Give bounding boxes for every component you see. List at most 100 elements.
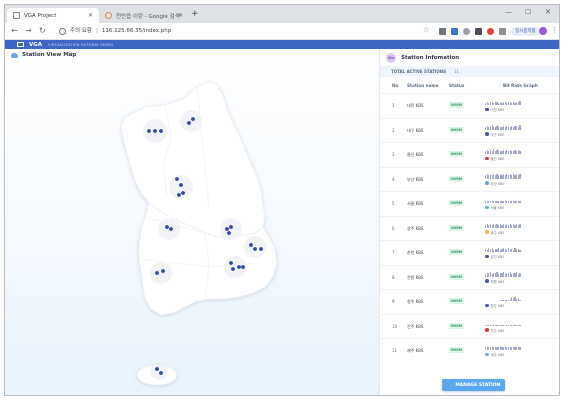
table-row[interactable]: 7 춘천 KBS NORM 춘천 KBS (380, 240, 559, 265)
station-marker[interactable] (161, 269, 165, 273)
table-row[interactable]: 9 청주 KBS NORM 청주 KBS (380, 289, 559, 314)
info-icon[interactable] (59, 27, 66, 35)
legend-dot (485, 352, 489, 357)
station-marker[interactable] (177, 193, 181, 197)
table-row[interactable]: 1 대전 KBS NORM 대전 KBS (380, 93, 559, 118)
table-row[interactable]: 5 서울 KBS NORM 서울 KBS (380, 191, 559, 216)
station-marker[interactable] (187, 121, 191, 125)
station-marker[interactable] (179, 183, 183, 187)
station-info-header: Sta Station Infomation (386, 53, 459, 63)
maximize-button[interactable]: ☐ (525, 8, 531, 16)
station-marker[interactable] (241, 265, 245, 269)
table-row[interactable]: 3 울산 KBS NORM 울산 KBS (380, 142, 559, 167)
station-name: 서울 KBS (407, 201, 424, 206)
legend-dot (485, 181, 489, 185)
status-badge: NORM (449, 175, 465, 182)
close-tab-icon[interactable]: ✕ (178, 12, 183, 19)
menu-icon[interactable]: ⋮ (551, 26, 558, 34)
row-number: 8 (392, 274, 395, 280)
graph-bar (519, 201, 521, 203)
bit-rate-graph (485, 198, 521, 203)
new-tab-button[interactable]: + (191, 9, 199, 19)
station-marker[interactable] (253, 247, 257, 251)
bit-rate-graph (485, 296, 521, 301)
table-header: No Station name Status Bit Rate Graph (380, 82, 559, 91)
legend-label: 춘천 KBS (490, 255, 505, 259)
column-no: No (392, 83, 399, 88)
manage-station-button[interactable]: 🔧 MANAGE STATION (442, 379, 505, 391)
station-marker[interactable] (191, 117, 195, 121)
graph-legend: 전원 KBS (485, 279, 504, 284)
station-marker[interactable] (229, 225, 233, 229)
station-marker[interactable] (231, 267, 235, 271)
station-marker[interactable] (155, 271, 159, 275)
row-number: 5 (392, 201, 395, 206)
close-window-button[interactable]: ✕ (545, 8, 551, 16)
table-row[interactable]: 10 진주 KBS NORM 진주 KBS (380, 313, 559, 339)
status-badge: NORM (449, 224, 465, 231)
graph-legend: 대구 KBS (485, 132, 504, 137)
avatar[interactable] (539, 27, 547, 35)
graph-bar (519, 324, 521, 326)
station-marker[interactable] (155, 367, 159, 371)
station-marker[interactable] (225, 227, 229, 231)
graph-legend: 부산 KBS (485, 181, 504, 186)
station-marker[interactable] (153, 129, 157, 133)
station-marker[interactable] (181, 191, 185, 195)
station-marker[interactable] (147, 129, 151, 133)
row-number: 3 (392, 152, 395, 157)
profile-status[interactable]: 일시중지됨 (511, 27, 540, 36)
status-badge: NORM (449, 126, 465, 133)
extension-icon[interactable] (463, 28, 470, 35)
extension-icon[interactable] (487, 28, 494, 35)
table-row[interactable]: 2 대구 KBS NORM 대구 KBS (380, 117, 559, 143)
row-number: 4 (392, 176, 395, 182)
extension-icon[interactable] (499, 28, 506, 35)
table-row[interactable]: 11 제주 KBS NORM 제주 KBS (380, 338, 559, 363)
korea-map[interactable] (105, 77, 285, 396)
station-marker[interactable] (165, 225, 169, 229)
station-marker[interactable] (159, 371, 163, 375)
extension-icon[interactable] (451, 28, 458, 35)
tab-google-search[interactable]: 천안읍 이란 - Google 검색 ✕ (99, 8, 189, 23)
legend-label: 광주 KBS (490, 230, 505, 235)
divider: | (96, 28, 98, 34)
extension-icon[interactable] (439, 28, 446, 35)
tab-vga-project[interactable]: VGA Project ✕ (7, 8, 99, 23)
station-marker[interactable] (229, 261, 233, 265)
close-tab-icon[interactable]: ✕ (88, 12, 93, 19)
graph-bar (519, 223, 521, 228)
legend-dot (485, 254, 489, 259)
station-marker[interactable] (227, 231, 231, 235)
extension-icon[interactable] (475, 28, 482, 35)
app-brand[interactable]: VGA (29, 42, 42, 48)
reload-icon[interactable]: ↻ (39, 26, 46, 35)
bit-rate-graph (485, 321, 521, 326)
station-marker[interactable] (175, 177, 179, 181)
graph-bar (519, 101, 521, 105)
station-marker[interactable] (159, 129, 163, 133)
total-active-stations: TOTAL ACTIVE STATIONS 11 (380, 66, 559, 77)
table-row[interactable]: 6 광주 KBS NORM 광주 KBS (380, 215, 559, 241)
station-marker[interactable] (259, 247, 263, 251)
table-row[interactable]: 8 전원 KBS NORM 전원 KBS (380, 264, 559, 290)
station-marker[interactable] (249, 243, 253, 247)
table-row[interactable]: 4 부산 KBS NORM 부산 KBS (380, 166, 559, 192)
legend-dot (485, 132, 489, 136)
forward-icon[interactable]: → (25, 26, 32, 35)
station-name: 울산 KBS (407, 152, 424, 157)
back-icon[interactable]: ← (11, 26, 18, 35)
station-info-title: Station Infomation (401, 55, 460, 61)
address-bar[interactable]: 주의 요함 | 116.125.66.35/index.php (59, 26, 171, 36)
security-label: 주의 요함 (70, 28, 92, 34)
legend-label: 청주 KBS (490, 304, 505, 308)
star-icon[interactable]: ☆ (423, 26, 429, 34)
station-name: 부산 KBS (407, 176, 424, 182)
station-marker[interactable] (237, 265, 241, 269)
url-text[interactable]: 116.125.66.35/index.php (102, 26, 171, 36)
station-marker[interactable] (169, 227, 173, 231)
tab-strip: VGA Project ✕ 천안읍 이란 - Google 검색 ✕ + — ☐… (5, 5, 559, 23)
minimize-button[interactable]: — (505, 8, 512, 16)
graph-legend: 서울 KBS (485, 205, 504, 210)
graph-legend: 제주 KBS (485, 352, 504, 357)
